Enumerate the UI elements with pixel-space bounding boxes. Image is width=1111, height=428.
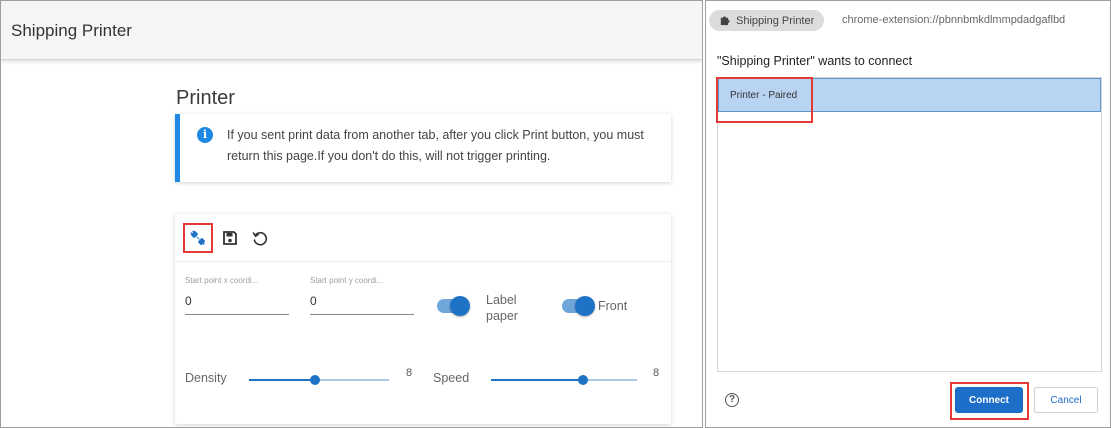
device-chooser-dialog: Shipping Printer chrome-extension://pbnn… <box>705 0 1111 428</box>
density-label: Density <box>185 371 227 385</box>
cancel-button[interactable]: Cancel <box>1034 387 1098 413</box>
start-x-field[interactable]: Start point x coordi... 0 <box>185 276 289 315</box>
save-button[interactable] <box>217 225 243 251</box>
info-alert: i If you sent print data from another ta… <box>175 114 671 182</box>
connect-plug-icon <box>190 230 206 246</box>
slider-thumb[interactable] <box>309 375 320 385</box>
speed-label: Speed <box>433 371 470 385</box>
start-y-label: Start point y coordi... <box>310 276 384 285</box>
toggle-knob <box>575 296 595 316</box>
label-paper-label: Label paper <box>486 293 518 323</box>
slider-fill <box>249 379 315 381</box>
start-x-value[interactable]: 0 <box>185 294 289 315</box>
density-value: 8 <box>406 367 413 379</box>
info-icon: i <box>197 127 213 143</box>
start-y-field[interactable]: Start point y coordi... 0 <box>310 276 414 315</box>
speed-value: 8 <box>653 367 660 379</box>
extension-chip: Shipping Printer <box>709 10 825 31</box>
speed-slider[interactable] <box>491 375 637 385</box>
slider-thumb[interactable] <box>577 375 588 385</box>
screenshot: Shipping Printer Printer i If you sent p… <box>0 0 1111 428</box>
help-icon[interactable]: ? <box>725 393 739 407</box>
card-toolbar <box>175 214 671 262</box>
connect-button[interactable] <box>183 223 213 253</box>
alert-message: If you sent print data from another tab,… <box>227 128 644 163</box>
printer-settings-card: Start point x coordi... 0 Start point y … <box>175 214 671 424</box>
toggle-knob <box>450 296 470 316</box>
shipping-printer-app: Shipping Printer Printer i If you sent p… <box>0 0 703 428</box>
extension-name: Shipping Printer <box>736 14 815 27</box>
front-toggle[interactable] <box>562 296 595 316</box>
start-x-label: Start point x coordi... <box>185 276 259 285</box>
label-paper-toggle[interactable] <box>437 296 470 316</box>
start-y-value[interactable]: 0 <box>310 294 414 315</box>
slider-fill <box>491 379 583 381</box>
save-icon <box>223 231 237 245</box>
device-highlight-box <box>716 77 813 123</box>
dialog-header: Shipping Printer chrome-extension://pbnn… <box>706 1 1110 39</box>
puzzle-icon <box>720 16 730 26</box>
connect-prompt: "Shipping Printer" wants to connect <box>717 54 913 68</box>
front-label: Front <box>598 299 628 313</box>
app-title: Shipping Printer <box>11 21 132 40</box>
reset-button[interactable] <box>247 225 273 251</box>
app-bar: Shipping Printer <box>1 1 702 60</box>
extension-url: chrome-extension://pbnnbmkdlmmpdadgaflbd <box>842 14 1066 26</box>
density-slider[interactable] <box>249 375 389 385</box>
section-title: Printer <box>176 87 235 109</box>
reset-icon <box>252 231 268 246</box>
connect-button[interactable]: Connect <box>955 387 1023 413</box>
